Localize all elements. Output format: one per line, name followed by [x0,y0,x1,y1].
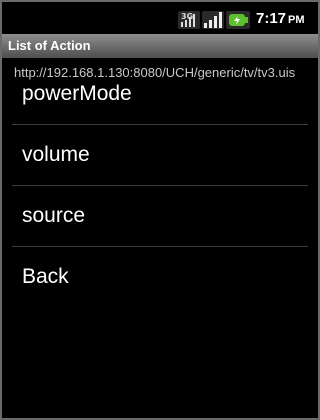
status-bar: 3G 7:17 PM [2,2,318,34]
list-item-source[interactable]: source [12,186,308,247]
action-label: Back [22,265,69,288]
battery-icon [226,11,250,29]
list-item-powermode[interactable]: powerMode [12,64,308,125]
action-label: volume [22,143,90,166]
signal-bars-icon [202,11,224,29]
action-label: source [22,204,86,227]
action-list: powerMode volume source Back [2,64,318,307]
list-item-volume[interactable]: volume [12,125,308,186]
title-bar: List of Action [2,34,318,58]
status-clock: 7:17 PM [256,10,305,27]
page-title: List of Action [8,38,91,53]
action-label: powerMode [22,82,132,105]
3g-icon: 3G [178,11,200,29]
list-item-back[interactable]: Back [12,247,308,307]
clock-ampm: PM [288,14,305,26]
screen-frame: 3G 7:17 PM List of Action http://192.168… [0,0,320,420]
clock-time: 7:17 [256,10,287,27]
svg-text:3G: 3G [181,12,193,21]
